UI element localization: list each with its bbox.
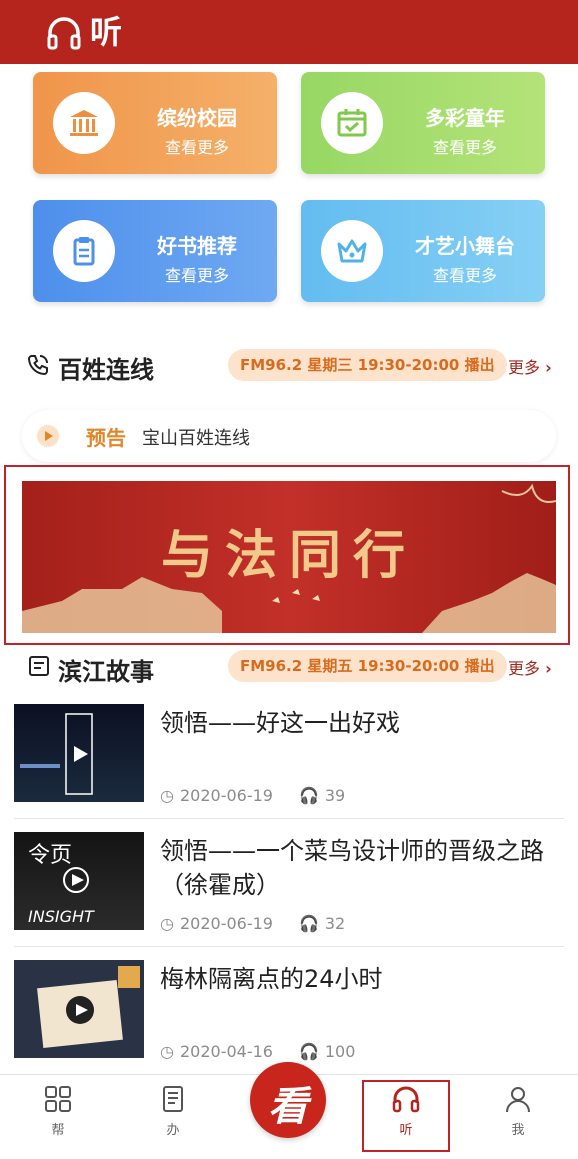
active-tab-highlight-frame	[362, 1080, 450, 1152]
book-icon	[163, 1086, 183, 1112]
card-more: 查看更多	[432, 138, 497, 157]
clock-icon: ◷	[160, 786, 174, 805]
schedule-badge: FM96.2 星期五 19:30-20:00 播出	[228, 650, 507, 682]
tab-label: 办	[166, 1123, 180, 1138]
headphones-icon	[47, 17, 81, 50]
play-count: 100	[324, 1042, 356, 1061]
play-count: 39	[324, 786, 346, 805]
play-count: 32	[324, 914, 346, 933]
tab-label: 帮	[51, 1123, 65, 1138]
card-books[interactable]: 好书推荐 查看更多	[33, 200, 277, 302]
bank-icon	[70, 110, 98, 136]
video-thumbnail: 令页 INSIGHT	[14, 832, 144, 930]
clock-icon: ◷	[160, 1042, 174, 1061]
more-link[interactable]: 更多 ›	[508, 354, 552, 378]
card-icon-circle	[321, 220, 383, 282]
card-icon-circle	[53, 92, 115, 154]
card-campus[interactable]: 缤纷校园 查看更多	[33, 72, 277, 174]
notice-tag: 预告	[86, 426, 126, 450]
phone-icon	[27, 355, 48, 376]
item-date: 2020-06-19	[179, 786, 273, 805]
tab-me[interactable]: 我	[478, 1085, 558, 1138]
clock-icon: ◷	[160, 914, 174, 933]
more-label: 更多	[508, 358, 541, 377]
list-item[interactable]: 梅林隔离点的24小时 ◷ 2020-04-16 🎧 100	[14, 960, 564, 1072]
center-logo-button[interactable]: 看	[250, 1062, 326, 1138]
play-icon	[37, 966, 140, 1049]
item-title: 领悟——好这一出好戏	[160, 709, 400, 737]
app-header: 听	[0, 0, 578, 64]
play-icon: 令页 INSIGHT	[28, 843, 95, 926]
user-icon	[506, 1087, 530, 1113]
card-childhood[interactable]: 多彩童年 查看更多	[301, 72, 545, 174]
item-date: 2020-04-16	[179, 1042, 273, 1061]
more-label: 更多	[508, 659, 541, 678]
play-circle-icon	[37, 425, 59, 447]
news-icon	[29, 656, 49, 676]
tab-help[interactable]: 帮	[18, 1085, 98, 1138]
banner-title: 与法同行	[160, 525, 417, 586]
video-thumbnail	[14, 960, 144, 1058]
banner-image[interactable]: 与法同行	[22, 481, 556, 633]
item-meta: ◷ 2020-06-19 🎧 32	[160, 914, 345, 933]
headphones-icon: 🎧	[298, 786, 319, 805]
card-more: 查看更多	[432, 266, 497, 285]
notice-text: 宝山百姓连线	[142, 428, 250, 449]
card-icon-circle	[53, 220, 115, 282]
grid-icon	[45, 1086, 71, 1112]
card-icon-circle	[321, 92, 383, 154]
tab-label: 我	[511, 1123, 525, 1138]
list-item[interactable]: 令页 INSIGHT 领悟——一个菜鸟设计师的晋级之路（徐霍成） ◷ 2020-…	[14, 832, 564, 944]
document-icon	[73, 237, 95, 266]
card-talent[interactable]: 才艺小舞台 查看更多	[301, 200, 545, 302]
section-title: 滨江故事	[58, 658, 154, 686]
page-title: 听	[90, 13, 123, 51]
svg-text:令页: 令页	[28, 843, 72, 868]
chevron-right-icon: ›	[545, 659, 552, 678]
play-icon	[20, 713, 93, 795]
notice-bar[interactable]: 预告 宝山百姓连线	[22, 410, 556, 462]
chevron-right-icon: ›	[545, 358, 552, 377]
headphones-icon: 🎧	[298, 1042, 319, 1061]
card-title: 缤纷校园	[157, 106, 237, 130]
item-meta: ◷ 2020-06-19 🎧 39	[160, 786, 345, 805]
item-meta: ◷ 2020-04-16 🎧 100	[160, 1042, 355, 1061]
schedule-badge: FM96.2 星期三 19:30-20:00 播出	[228, 349, 507, 381]
item-title: 领悟——一个菜鸟设计师的晋级之路（徐霍成）	[160, 837, 544, 899]
section-title: 百姓连线	[58, 356, 154, 384]
svg-text:INSIGHT: INSIGHT	[28, 907, 95, 926]
list-item[interactable]: 领悟——好这一出好戏 ◷ 2020-06-19 🎧 39	[14, 704, 564, 816]
item-title: 梅林隔离点的24小时	[160, 965, 383, 993]
divider	[14, 818, 564, 819]
card-title: 才艺小舞台	[415, 234, 515, 258]
crown-icon	[337, 239, 367, 263]
card-title: 多彩童年	[425, 106, 505, 130]
card-more: 查看更多	[164, 266, 229, 285]
calendar-check-icon	[337, 109, 367, 137]
card-more: 查看更多	[164, 138, 229, 157]
video-thumbnail	[14, 704, 144, 802]
card-title: 好书推荐	[157, 234, 237, 258]
item-date: 2020-06-19	[179, 914, 273, 933]
center-logo-icon: 看	[268, 1083, 308, 1130]
headphones-icon: 🎧	[298, 914, 319, 933]
tab-do[interactable]: 办	[133, 1085, 213, 1138]
divider	[14, 946, 564, 947]
more-link[interactable]: 更多 ›	[508, 655, 552, 679]
